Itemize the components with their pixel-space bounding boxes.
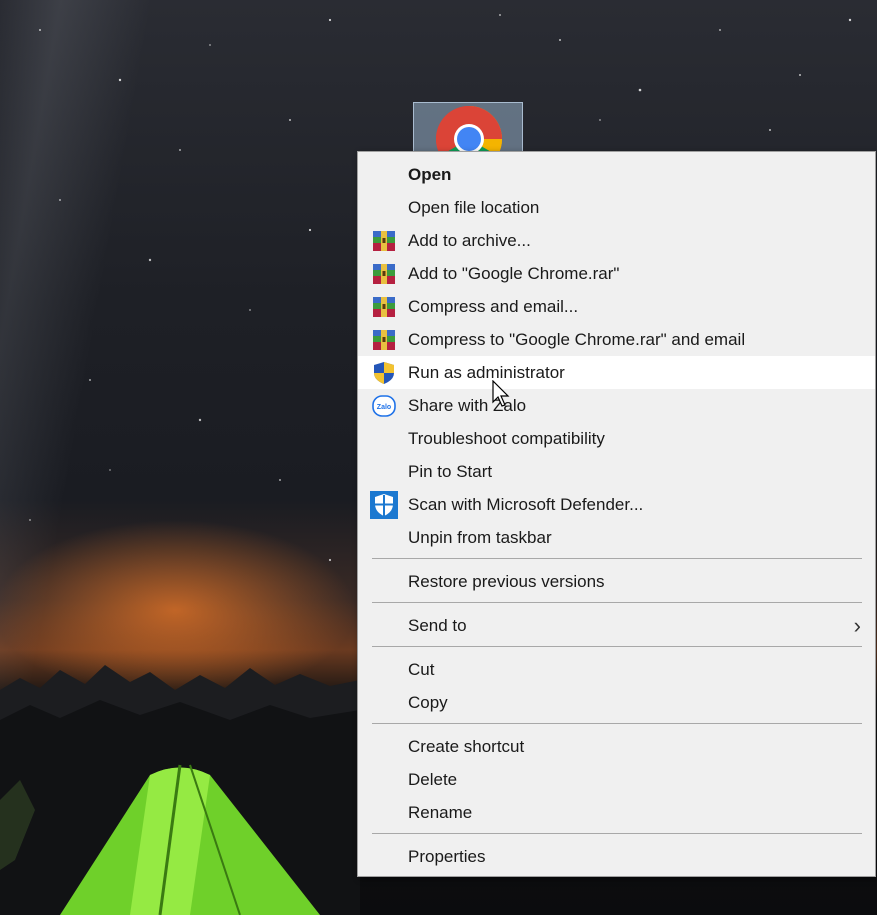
menu-item-label: Create shortcut xyxy=(408,737,525,756)
menu-item-run-as-administrator[interactable]: Run as administrator xyxy=(358,356,875,389)
defender-icon xyxy=(370,491,398,519)
menu-separator xyxy=(372,558,862,559)
menu-item-label: Scan with Microsoft Defender... xyxy=(408,495,644,514)
context-menu: Open Open file location Add to archive..… xyxy=(357,151,876,877)
zalo-icon-text: Zalo xyxy=(377,404,391,411)
menu-item-label: Open file location xyxy=(408,198,540,217)
menu-item-label: Pin to Start xyxy=(408,462,493,481)
menu-item-label: Open xyxy=(408,165,452,184)
menu-item-label: Compress to "Google Chrome.rar" and emai… xyxy=(408,330,746,349)
uac-shield-icon xyxy=(374,362,394,384)
menu-item-label: Compress and email... xyxy=(408,297,579,316)
winrar-icon xyxy=(373,231,395,251)
menu-separator xyxy=(372,723,862,724)
mouse-pointer-icon xyxy=(492,380,510,407)
menu-item-add-to-archive[interactable]: Add to archive... xyxy=(358,224,875,257)
menu-separator xyxy=(372,602,862,603)
menu-item-restore-previous-versions[interactable]: Restore previous versions xyxy=(358,565,875,598)
menu-item-add-to-google-chrome-rar[interactable]: Add to "Google Chrome.rar" xyxy=(358,257,875,290)
menu-item-troubleshoot-compatibility[interactable]: Troubleshoot compatibility xyxy=(358,422,875,455)
menu-item-label: Run as administrator xyxy=(408,363,565,382)
menu-item-unpin-from-taskbar[interactable]: Unpin from taskbar xyxy=(358,521,875,554)
zalo-icon: Zalo xyxy=(372,395,396,417)
menu-separator xyxy=(372,833,862,834)
menu-item-delete[interactable]: Delete xyxy=(358,763,875,796)
menu-item-pin-to-start[interactable]: Pin to Start xyxy=(358,455,875,488)
menu-item-share-with-zalo[interactable]: Zalo Share with Zalo xyxy=(358,389,875,422)
menu-item-send-to[interactable]: Send to › xyxy=(358,609,875,642)
menu-item-label: Send to xyxy=(408,616,467,635)
menu-item-scan-with-defender[interactable]: Scan with Microsoft Defender... xyxy=(358,488,875,521)
menu-item-properties[interactable]: Properties xyxy=(358,840,875,873)
menu-item-compress-and-email[interactable]: Compress and email... xyxy=(358,290,875,323)
menu-item-label: Restore previous versions xyxy=(408,572,605,591)
menu-item-open[interactable]: Open xyxy=(358,158,875,191)
winrar-icon xyxy=(373,264,395,284)
menu-item-cut[interactable]: Cut xyxy=(358,653,875,686)
menu-item-open-file-location[interactable]: Open file location xyxy=(358,191,875,224)
menu-item-label: Add to archive... xyxy=(408,231,531,250)
winrar-icon xyxy=(373,330,395,350)
menu-separator xyxy=(372,646,862,647)
winrar-icon xyxy=(373,297,395,317)
menu-item-label: Add to "Google Chrome.rar" xyxy=(408,264,620,283)
menu-item-compress-to-rar-and-email[interactable]: Compress to "Google Chrome.rar" and emai… xyxy=(358,323,875,356)
tent-image xyxy=(60,764,320,915)
menu-item-label: Cut xyxy=(408,660,435,679)
chevron-right-icon: › xyxy=(853,613,861,638)
menu-item-label: Delete xyxy=(408,770,458,789)
menu-item-rename[interactable]: Rename xyxy=(358,796,875,829)
menu-item-label: Properties xyxy=(408,847,486,866)
menu-item-label: Troubleshoot compatibility xyxy=(408,429,605,448)
menu-item-copy[interactable]: Copy xyxy=(358,686,875,719)
menu-item-label: Unpin from taskbar xyxy=(408,528,552,547)
menu-item-label: Copy xyxy=(408,693,448,712)
menu-item-create-shortcut[interactable]: Create shortcut xyxy=(358,730,875,763)
menu-item-label: Rename xyxy=(408,803,473,822)
